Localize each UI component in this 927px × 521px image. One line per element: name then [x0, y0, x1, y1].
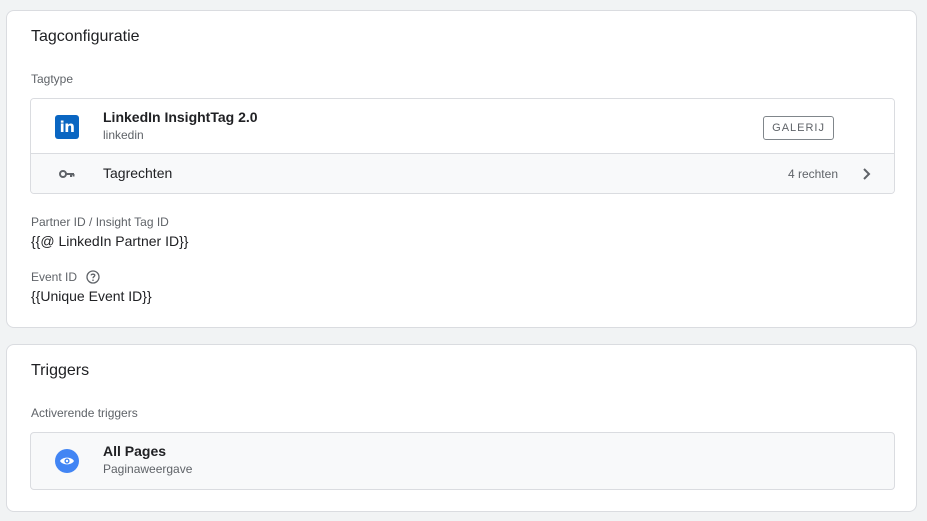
partner-id-value: {{@ LinkedIn Partner ID}}: [31, 233, 189, 249]
tag-permissions-row[interactable]: Tagrechten 4 rechten: [31, 154, 894, 193]
trigger-name: All Pages: [103, 443, 167, 459]
partner-id-label: Partner ID / Insight Tag ID: [31, 215, 169, 229]
tagtype-label: Tagtype: [31, 72, 74, 86]
event-id-label: Event ID: [31, 270, 78, 284]
chevron-right-icon: [863, 168, 871, 180]
help-circle-icon[interactable]: [86, 270, 100, 284]
linkedin-logo-icon: in: [55, 115, 79, 139]
trigger-type: Paginaweergave: [103, 462, 193, 476]
trigger-item[interactable]: All Pages Paginaweergave: [30, 432, 895, 490]
tagtype-row[interactable]: in LinkedIn InsightTag 2.0 linkedin GALE…: [31, 99, 894, 154]
activating-triggers-label: Activerende triggers: [31, 406, 138, 420]
tag-permissions-count: 4 rechten: [787, 167, 838, 181]
tag-permissions-label: Tagrechten: [103, 165, 173, 181]
key-icon: [59, 170, 75, 178]
tag-type-vendor: linkedin: [103, 128, 144, 142]
tag-configuration-card: Tagconfiguratie Tagtype in LinkedIn Insi…: [6, 10, 917, 328]
triggers-card: Triggers Activerende triggers All Pages …: [6, 344, 917, 512]
triggers-title: Triggers: [31, 362, 90, 379]
gallery-button[interactable]: GALERIJ: [763, 116, 834, 140]
event-id-value: {{Unique Event ID}}: [31, 288, 152, 304]
tagtype-box: in LinkedIn InsightTag 2.0 linkedin GALE…: [30, 98, 895, 194]
tag-configuration-title: Tagconfiguratie: [31, 28, 140, 45]
eye-icon: [55, 449, 79, 473]
tag-type-name: LinkedIn InsightTag 2.0: [103, 109, 258, 125]
